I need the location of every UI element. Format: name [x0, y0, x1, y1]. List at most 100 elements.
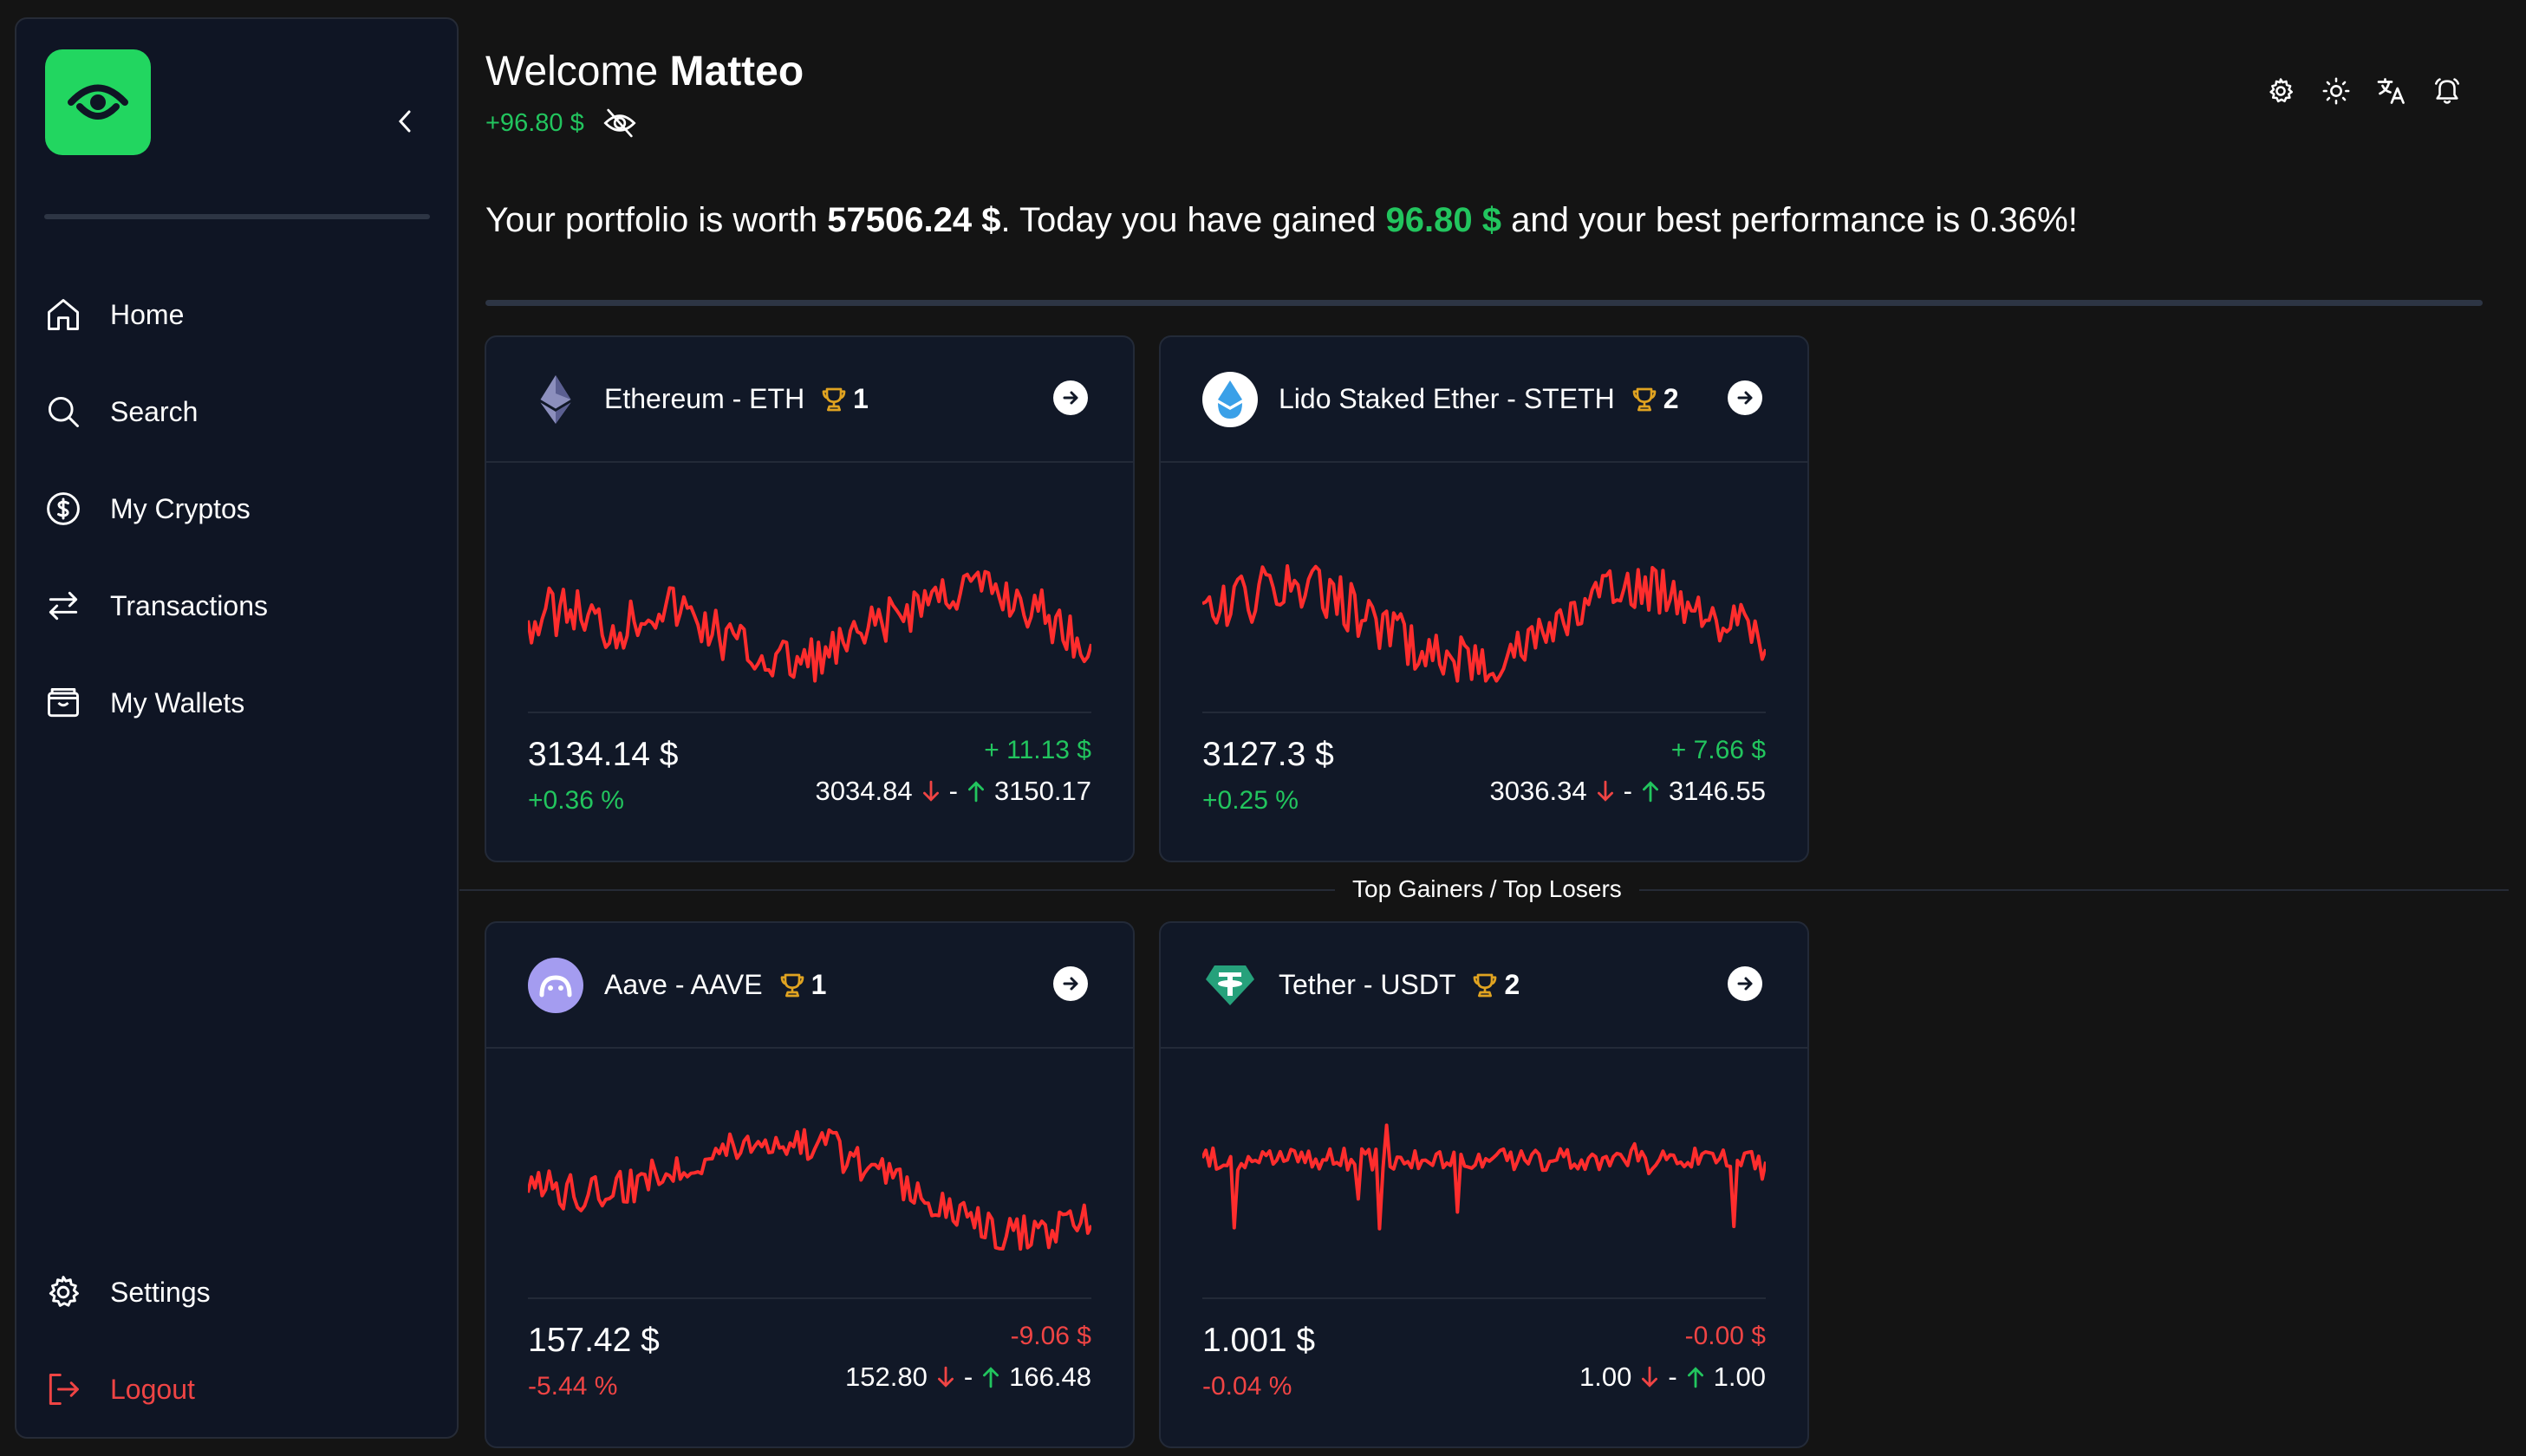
open-coin-button[interactable]	[1728, 966, 1762, 1001]
arrow-right-icon	[1063, 977, 1078, 991]
price-change-percent: -0.04 %	[1202, 1372, 1292, 1401]
sidebar-item-label: My Cryptos	[110, 492, 251, 524]
sidebar-item-home[interactable]: Home	[42, 266, 433, 363]
range-high: 1.00	[1713, 1362, 1766, 1392]
card-divider	[1202, 712, 1766, 713]
card-header: Lido Staked Ether - STETH 2	[1161, 337, 1807, 463]
rank-number: 2	[1504, 969, 1520, 1000]
theme-toggle-button[interactable]	[2320, 75, 2353, 107]
arrow-up-icon	[1642, 781, 1658, 803]
range-low: 152.80	[845, 1362, 928, 1392]
crypto-card: Ethereum - ETH 1 3134.14 $ +0.36 % + 11.…	[485, 335, 1135, 862]
search-icon	[42, 391, 84, 432]
price-change-value: -9.06 $	[1010, 1322, 1091, 1350]
price-change-percent: +0.36 %	[528, 786, 624, 815]
price-sparkline	[528, 569, 1091, 683]
price-change-percent: +0.25 %	[1202, 786, 1299, 815]
open-coin-button[interactable]	[1053, 380, 1088, 415]
logout-icon	[42, 1368, 84, 1410]
tether-icon	[1202, 958, 1258, 1013]
arrow-down-icon	[1597, 780, 1613, 802]
sidebar-divider	[44, 214, 430, 219]
arrow-up-icon	[967, 781, 984, 803]
crypto-card: Aave - AAVE 1 157.42 $ -5.44 % -9.06 $ 1…	[485, 921, 1135, 1448]
rank-number: 1	[811, 969, 827, 1000]
sidebar-item-label: Transactions	[110, 589, 268, 621]
arrow-down-icon	[922, 780, 939, 802]
sidebar-item-my-wallets[interactable]: My Wallets	[42, 654, 433, 751]
open-coin-button[interactable]	[1728, 380, 1762, 415]
translate-icon	[2377, 78, 2405, 104]
range-separator: -	[1623, 776, 1632, 806]
summary-text: and your best performance is 0.36%!	[1501, 201, 2078, 239]
range-low: 3036.34	[1489, 776, 1587, 806]
price-range: 1.00 - 1.00	[1579, 1362, 1766, 1393]
dollar-circle-icon	[42, 488, 84, 530]
arrow-down-icon	[1642, 1366, 1658, 1388]
collapse-sidebar-button[interactable]	[389, 101, 420, 141]
coin-price: 1.001 $	[1202, 1322, 1316, 1359]
rank-number: 1	[853, 383, 869, 414]
price-change-value: + 7.66 $	[1670, 736, 1766, 764]
sidebar-item-settings[interactable]: Settings	[42, 1244, 433, 1341]
user-name: Matteo	[669, 49, 804, 94]
range-high: 3150.17	[993, 776, 1091, 806]
card-header: Aave - AAVE 1	[486, 923, 1133, 1049]
trophy-icon	[778, 970, 806, 1001]
open-coin-button[interactable]	[1053, 966, 1088, 1001]
rank-number: 2	[1663, 383, 1679, 414]
sidebar-item-logout[interactable]: Logout	[42, 1341, 433, 1438]
balance-value: +96.80 $	[485, 108, 584, 137]
sidebar-item-transactions[interactable]: Transactions	[42, 557, 433, 654]
arrow-up-icon	[1687, 1367, 1703, 1388]
price-change-percent: -5.44 %	[528, 1372, 618, 1401]
price-sparkline	[1202, 564, 1766, 683]
price-range: 3036.34 - 3146.55	[1490, 776, 1766, 807]
arrow-right-icon	[1737, 977, 1753, 991]
range-separator: -	[948, 776, 958, 806]
arrow-down-icon	[937, 1366, 954, 1388]
card-divider	[528, 1297, 1091, 1299]
aave-icon	[528, 957, 583, 1013]
card-header: Ethereum - ETH 1	[486, 337, 1133, 463]
sidebar-item-label: Home	[110, 298, 185, 330]
arrow-up-icon	[983, 1367, 999, 1388]
sidebar-item-my-cryptos[interactable]: My Cryptos	[42, 460, 433, 557]
crypto-card: Tether - USDT 2 1.001 $ -0.04 % -0.00 $ …	[1159, 921, 1809, 1448]
main-divider	[485, 300, 2483, 306]
welcome-prefix: Welcome	[485, 49, 659, 94]
trophy-icon	[820, 384, 848, 415]
settings-label: Settings	[110, 1276, 211, 1308]
sidebar-nav: Home Search My Cryptos Transactions My W…	[42, 266, 433, 751]
hide-balance-button[interactable]	[600, 106, 640, 140]
trophy-icon	[1471, 970, 1499, 1001]
ethereum-icon	[528, 372, 583, 427]
settings-button[interactable]	[2264, 75, 2297, 107]
sidebar-item-label: Search	[110, 395, 199, 427]
wallet-icon	[42, 682, 84, 724]
price-sparkline	[1202, 1123, 1766, 1231]
sidebar: Home Search My Cryptos Transactions My W…	[15, 17, 459, 1439]
sidebar-bottom-nav: Settings Logout	[42, 1244, 433, 1438]
gear-icon	[2269, 78, 2294, 103]
card-divider	[1202, 1297, 1766, 1299]
card-divider	[528, 712, 1091, 713]
logout-label: Logout	[110, 1373, 195, 1405]
home-icon	[42, 294, 84, 335]
crypto-card: Lido Staked Ether - STETH 2 3127.3 $ +0.…	[1159, 335, 1809, 862]
range-high: 166.48	[1009, 1362, 1091, 1392]
transfer-arrows-icon	[42, 585, 84, 627]
app-logo[interactable]	[45, 49, 151, 155]
price-range: 152.80 - 166.48	[845, 1362, 1091, 1393]
trophy-icon	[1631, 384, 1658, 415]
language-button[interactable]	[2375, 75, 2408, 107]
coin-name: Tether - USDT	[1279, 969, 1456, 1000]
welcome-heading: Welcome Matteo	[485, 48, 804, 95]
sidebar-item-search[interactable]: Search	[42, 363, 433, 460]
portfolio-summary: Your portfolio is worth 57506.24 $. Toda…	[485, 201, 2078, 240]
lido-icon	[1202, 371, 1258, 427]
arrow-right-icon	[1063, 391, 1078, 405]
range-high: 3146.55	[1668, 776, 1766, 806]
coin-price: 157.42 $	[528, 1322, 660, 1359]
notifications-button[interactable]	[2431, 75, 2464, 107]
